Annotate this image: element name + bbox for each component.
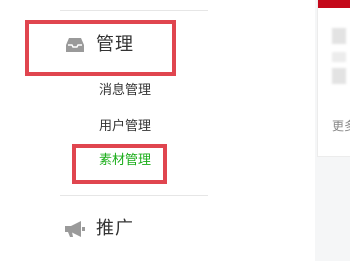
highlight-box-material (72, 144, 167, 184)
blurred-content (332, 28, 346, 44)
blurred-content (332, 52, 346, 62)
nav-section-promote[interactable]: 推广 (64, 216, 134, 242)
sidebar-item-message-management[interactable]: 消息管理 (99, 82, 151, 100)
more-link[interactable]: 更多 (332, 117, 350, 134)
highlight-box-manage (25, 20, 176, 76)
nav-section-label: 推广 (96, 218, 134, 239)
brand-bar (318, 0, 350, 8)
megaphone-icon (64, 218, 86, 240)
divider (60, 195, 208, 196)
blurred-content (332, 68, 346, 84)
content-panel: 更多 (317, 0, 350, 157)
divider (60, 10, 208, 11)
sidebar: 管理 消息管理 用户管理 素材管理 推广 (0, 0, 315, 261)
sidebar-item-user-management[interactable]: 用户管理 (99, 118, 151, 136)
